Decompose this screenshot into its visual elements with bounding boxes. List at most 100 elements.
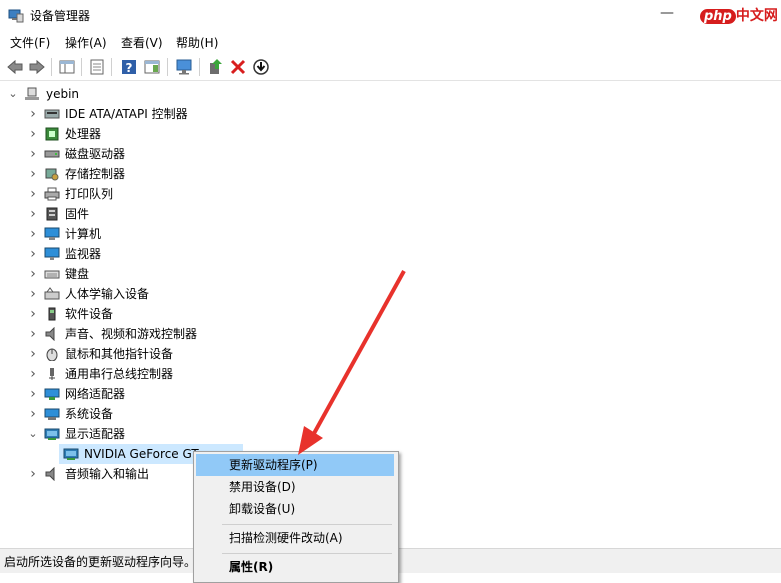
chevron-down-icon[interactable]: ⌄ [8,84,18,104]
context-menu: 更新驱动程序(P) 禁用设备(D) 卸载设备(U) 扫描检测硬件改动(A) 属性… [193,451,399,583]
ide-controller-icon [44,109,60,119]
tree-category-label: 显示适配器 [65,427,126,441]
computer-root-icon [25,87,39,100]
action-pane-icon[interactable] [143,58,161,76]
keyboard-icon [44,270,60,279]
forward-arrow-icon[interactable] [28,58,46,76]
tree-category[interactable]: › 固件 [0,204,300,224]
chevron-right-icon[interactable]: › [28,324,38,344]
tree-category-label: 计算机 [65,227,102,241]
tree-category[interactable]: › 系统设备 [0,404,300,424]
tree-category-label: 声音、视频和游戏控制器 [65,327,198,341]
chevron-right-icon[interactable]: › [28,264,38,284]
tree-category[interactable]: › 人体学输入设备 [0,284,300,304]
uninstall-device-icon[interactable] [229,58,247,76]
context-disable-device[interactable]: 禁用设备(D) [196,476,394,498]
chevron-right-icon[interactable]: › [28,204,38,224]
tree-category-label: 打印队列 [65,187,114,201]
svg-text:?: ? [126,61,133,75]
tree-item-nvidia-label: NVIDIA GeForce GT [84,447,199,461]
chevron-down-icon[interactable]: ⌄ [28,424,38,444]
hid-icon [44,287,60,300]
chevron-right-icon[interactable]: › [28,104,38,124]
tree-category[interactable]: › 存储控制器 [0,164,300,184]
context-scan-hardware[interactable]: 扫描检测硬件改动(A) [196,527,394,549]
chevron-right-icon[interactable]: › [28,384,38,404]
disk-drive-icon [44,150,60,158]
tree-category-label: 处理器 [65,127,102,141]
chevron-right-icon[interactable]: › [28,304,38,324]
help-icon[interactable]: ? [120,58,138,76]
processor-icon [45,127,59,141]
tree-category[interactable]: › 通用串行总线控制器 [0,364,300,384]
menu-view[interactable]: 查看(V) [121,34,163,51]
minimize-button[interactable]: — [658,4,676,22]
toolbar-separator [111,58,112,76]
chevron-right-icon[interactable]: › [28,144,38,164]
toolbar-separator [51,58,52,76]
network-adapter-icon [44,388,60,400]
sound-icon [45,327,55,341]
menu-file[interactable]: 文件(F) [10,34,50,51]
chevron-right-icon[interactable]: › [28,184,38,204]
tree-category[interactable]: › 键盘 [0,264,300,284]
tree-category-label: 磁盘驱动器 [65,147,126,161]
tree-category[interactable]: › 磁盘驱动器 [0,144,300,164]
chevron-right-icon[interactable]: › [28,224,38,244]
tree-root[interactable]: ⌄ yebin [0,84,300,104]
chevron-right-icon[interactable]: › [28,404,38,424]
scan-hardware-icon[interactable] [175,58,193,76]
tree-category[interactable]: › 软件设备 [0,304,300,324]
tree-category-label: 键盘 [65,267,90,281]
tree-category[interactable]: › 计算机 [0,224,300,244]
chevron-right-icon[interactable]: › [28,244,38,264]
tree-category[interactable]: › 处理器 [0,124,300,144]
context-separator [222,524,392,525]
tree-category-label: 软件设备 [65,307,114,321]
tree-category[interactable]: › 监视器 [0,244,300,264]
toolbar: ? [0,54,781,81]
display-adapter-icon [44,428,60,440]
tree-category[interactable]: › 鼠标和其他指针设备 [0,344,300,364]
toolbar-separator [81,58,82,76]
properties-icon[interactable] [88,58,106,76]
tree-root-label: yebin [46,87,80,101]
storage-controller-icon [45,168,59,181]
chevron-right-icon[interactable]: › [28,364,38,384]
software-device-icon [48,307,56,321]
window-title: 设备管理器 [30,9,91,23]
toolbar-separator [167,58,168,76]
chevron-right-icon[interactable]: › [28,464,38,484]
menu-help[interactable]: 帮助(H) [176,34,218,51]
show-hide-console-tree-icon[interactable] [58,58,76,76]
menu-action[interactable]: 操作(A) [65,34,107,51]
tree-category-label: 网络适配器 [65,387,126,401]
update-driver-icon[interactable] [207,58,225,76]
display-adapter-icon [63,448,79,460]
back-arrow-icon[interactable] [6,58,24,76]
context-properties[interactable]: 属性(R) [196,556,394,578]
chevron-right-icon[interactable]: › [28,344,38,364]
watermark-logo: php 中文网 [700,5,778,25]
chevron-right-icon[interactable]: › [28,284,38,304]
tree-category-label: IDE ATA/ATAPI 控制器 [65,107,188,121]
context-update-driver[interactable]: 更新驱动程序(P) [196,454,394,476]
tree-category-label: 通用串行总线控制器 [65,367,174,381]
mouse-icon [46,348,58,361]
context-uninstall-device[interactable]: 卸载设备(U) [196,498,394,520]
monitor-icon [44,247,60,260]
system-device-icon [44,408,60,420]
chevron-right-icon[interactable]: › [28,164,38,184]
tree-category[interactable]: › 网络适配器 [0,384,300,404]
tree-category[interactable]: › 打印队列 [0,184,300,204]
tree-category-label: 音频输入和输出 [65,467,150,481]
context-separator [222,553,392,554]
audio-io-icon [45,467,55,481]
usb-icon [49,368,55,380]
tree-category-label: 存储控制器 [65,167,126,181]
download-icon[interactable] [252,58,270,76]
tree-category[interactable]: › 声音、视频和游戏控制器 [0,324,300,344]
tree-category[interactable]: › IDE ATA/ATAPI 控制器 [0,104,300,124]
tree-category[interactable]: ⌄ 显示适配器 [0,424,300,444]
chevron-right-icon[interactable]: › [28,124,38,144]
